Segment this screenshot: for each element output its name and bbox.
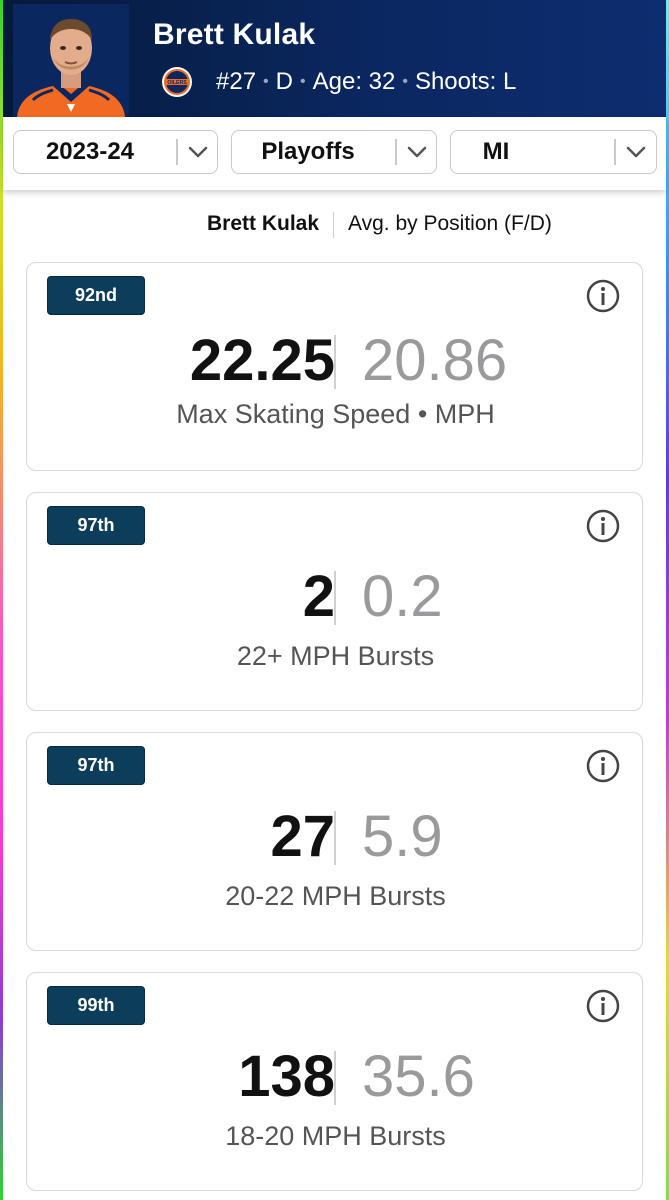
player-number: #27 — [216, 68, 257, 95]
avg-stat-value: 20.86 — [362, 328, 508, 393]
avg-stat-value: 0.2 — [362, 564, 443, 629]
season-select-value: 2023-24 — [45, 138, 135, 165]
units-select[interactable]: MI — [450, 130, 657, 174]
team-logo-icon: OILERS — [161, 66, 193, 98]
player-meta: #27 • D • Age: 32 • Shoots: L — [216, 66, 516, 98]
player-shoots: Shoots: L — [414, 68, 517, 95]
percentile-badge: 92nd — [47, 276, 145, 315]
metric-label: Max Skating Speed • MPH — [176, 399, 495, 429]
percentile-badge: 97th — [47, 506, 145, 545]
info-icon[interactable] — [586, 279, 620, 313]
info-icon[interactable] — [586, 749, 620, 783]
game-type-select[interactable]: Playoffs — [231, 130, 437, 174]
player-age: Age: 32 — [312, 68, 396, 95]
player-stat-value: 27 — [270, 804, 335, 869]
chevron-down-icon[interactable] — [178, 131, 218, 172]
metric-label: 20-22 MPH Bursts — [225, 881, 446, 911]
comparison-legend: Brett Kulak Avg. by Position (F/D) — [0, 210, 669, 240]
stat-values: 138 35.6 — [27, 1047, 644, 1107]
stat-card-max-speed: 92nd 22.25 20.86 Max Skating Speed • MPH — [26, 262, 643, 471]
value-divider — [334, 811, 336, 865]
player-avatar — [13, 4, 129, 117]
legend-avg-label: Avg. by Position (F/D) — [348, 212, 552, 235]
game-type-select-value: Playoffs — [261, 138, 355, 165]
stat-card-20-22-bursts: 97th 27 5.9 20-22 MPH Bursts — [26, 732, 643, 951]
player-name: Brett Kulak — [153, 18, 316, 51]
legend-player-label: Brett Kulak — [207, 212, 320, 235]
percentile-badge: 97th — [47, 746, 145, 785]
team-logo-text: OILERS — [167, 80, 187, 86]
player-stat-value: 2 — [302, 564, 335, 629]
value-divider — [334, 571, 336, 625]
player-stat-value: 22.25 — [189, 328, 335, 393]
info-icon[interactable] — [586, 989, 620, 1023]
stat-values: 27 5.9 — [27, 807, 644, 867]
player-position: D — [275, 68, 293, 95]
chevron-down-icon[interactable] — [397, 131, 437, 172]
metric-label: 18-20 MPH Bursts — [225, 1121, 446, 1151]
player-header: Brett Kulak OILERS #27 • D • Age: 32 • S… — [3, 0, 666, 117]
chevron-down-icon[interactable] — [616, 131, 656, 172]
meta-separator: • — [402, 73, 408, 90]
filter-bar: 2023-24 Playoffs MI — [3, 117, 666, 190]
legend-divider — [333, 212, 334, 238]
percentile-badge: 99th — [47, 986, 145, 1025]
stat-values: 22.25 20.86 — [27, 331, 644, 391]
avg-stat-value: 35.6 — [362, 1044, 475, 1109]
meta-separator: • — [263, 73, 269, 90]
value-divider — [334, 335, 336, 389]
units-select-value: MI — [482, 138, 510, 165]
stat-card-18-20-bursts: 99th 138 35.6 18-20 MPH Bursts — [26, 972, 643, 1191]
metric-label: 22+ MPH Bursts — [236, 641, 435, 671]
info-icon[interactable] — [586, 509, 620, 543]
stat-card-22-plus-bursts: 97th 2 0.2 22+ MPH Bursts — [26, 492, 643, 711]
player-stat-value: 138 — [238, 1044, 335, 1109]
stat-values: 2 0.2 — [27, 567, 644, 627]
season-select[interactable]: 2023-24 — [13, 130, 218, 174]
avg-stat-value: 5.9 — [362, 804, 443, 869]
meta-separator: • — [300, 73, 306, 90]
value-divider — [334, 1051, 336, 1105]
